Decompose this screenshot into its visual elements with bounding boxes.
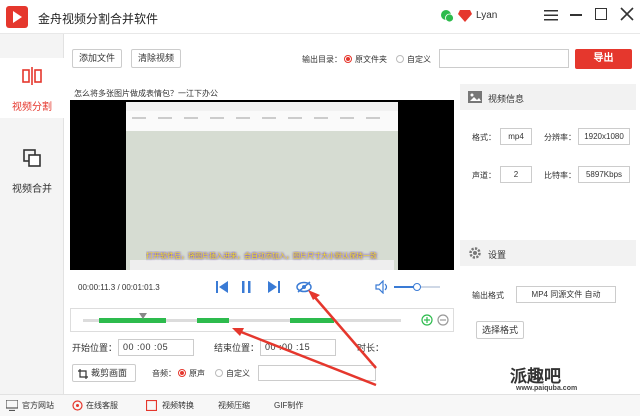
timeline-segment[interactable] — [98, 318, 166, 323]
channels-label: 声道： — [472, 171, 496, 180]
start-seconds: 05 — [157, 342, 169, 352]
playback-bar: 00:00:11.3 / 00:01:01.3 — [70, 273, 454, 301]
video-frame: 打开软件后，将图片插入进来，会自动添加入，图片尺寸大小默认保持一致 — [126, 102, 398, 270]
timeline[interactable] — [70, 308, 454, 332]
wechat-icon[interactable] — [440, 9, 454, 25]
bitrate-value: 5897Kbps — [578, 166, 630, 183]
sidebar-item-label: 视频分割 — [12, 102, 52, 113]
output-dir-label: 输出目录： — [302, 55, 342, 64]
end-hours: 00 — [265, 342, 277, 352]
start-minutes: 00 — [140, 342, 152, 352]
add-file-button[interactable]: 添加文件 — [72, 49, 122, 68]
crop-button[interactable]: 裁剪画面 — [72, 364, 136, 382]
playhead-marker[interactable] — [139, 313, 148, 319]
volume-slider[interactable] — [394, 283, 440, 291]
pause-icon[interactable] — [242, 280, 252, 296]
timeline-segment[interactable] — [289, 318, 335, 323]
next-frame-icon[interactable] — [268, 280, 280, 296]
video-info-panel: 视频信息 格式： mp4 分辨率： 1920x1080 声道： 2 比特率： 5… — [460, 84, 636, 244]
watermark-text: 派趣吧 — [510, 367, 561, 386]
channels-value: 2 — [500, 166, 532, 183]
audio-label: 音频： — [152, 369, 176, 378]
monitor-icon — [5, 399, 19, 413]
prev-frame-icon[interactable] — [216, 280, 228, 296]
menu-icon[interactable] — [544, 9, 558, 23]
maximize-icon[interactable] — [595, 8, 607, 20]
output-opt-custom[interactable]: 自定义 — [396, 54, 431, 65]
merge-icon — [22, 148, 42, 171]
sidebar-item-label: 视频合并 — [12, 184, 52, 195]
gear-icon — [468, 246, 482, 262]
radio-selected-icon — [344, 55, 352, 63]
watermark-url: www.paiquba.com — [516, 385, 578, 392]
preview-panel: 怎么将多张图片做成表情包？一江下办公 打开软件后，将图片插入进来，会自动添加入，… — [70, 84, 454, 270]
start-hours: 00 — [123, 342, 135, 352]
video-info-header: 视频信息 — [460, 84, 636, 110]
radio-icon — [215, 369, 223, 377]
audio-path-input[interactable] — [258, 365, 376, 381]
output-path-input[interactable] — [439, 49, 569, 68]
time-readout: 00:00:11.3 / 00:01:01.3 — [78, 283, 160, 292]
bitrate-label: 比特率： — [544, 171, 576, 180]
volume-icon[interactable] — [375, 279, 389, 296]
info-icon — [468, 90, 482, 106]
current-time: 00:00:11.3 — [78, 283, 116, 292]
convert-icon — [145, 399, 158, 413]
end-minutes: 00 — [282, 342, 294, 352]
end-seconds: 15 — [299, 342, 311, 352]
zoom-in-icon[interactable] — [421, 314, 433, 328]
start-position-label: 开始位置： — [72, 343, 118, 353]
end-position-label: 结束位置： — [214, 343, 260, 353]
crop-icon — [78, 368, 88, 384]
app-logo-icon — [6, 6, 28, 28]
minimize-icon[interactable] — [570, 14, 582, 16]
bottom-bar: 官方网站 在线客服 视频转换 视频压缩 GIF制作 — [0, 394, 640, 416]
timeline-segment[interactable] — [197, 318, 230, 323]
user-name[interactable]: Lyan — [476, 10, 497, 21]
volume-knob[interactable] — [413, 283, 421, 291]
export-button[interactable]: 导出 — [575, 49, 632, 69]
official-site-link[interactable]: 官方网站 — [22, 400, 54, 411]
gif-maker-link[interactable]: GIF制作 — [274, 400, 303, 411]
close-icon[interactable] — [620, 7, 634, 23]
timeline-track[interactable] — [83, 313, 401, 323]
video-frame-toolbar — [126, 102, 398, 111]
format-label: 格式： — [472, 133, 496, 142]
total-time: 00:01:01.3 — [121, 283, 160, 292]
video-title: 怎么将多张图片做成表情包？一江下办公 — [74, 89, 218, 98]
output-format-value[interactable]: MP4 同源文件 自动 — [516, 286, 616, 303]
preview-eye-icon[interactable] — [296, 280, 312, 296]
settings-header: 设置 — [460, 240, 636, 266]
video-convert-link[interactable]: 视频转换 — [162, 400, 194, 411]
radio-selected-icon — [178, 369, 186, 377]
radio-icon — [396, 55, 404, 63]
sidebar: 视频分割 视频合并 — [0, 34, 64, 394]
support-icon — [72, 400, 83, 413]
output-opt-source[interactable]: 原文件夹 — [344, 54, 387, 65]
title-bar: 金舟视频分割合并软件 Lyan — [0, 0, 640, 34]
start-time-input[interactable]: 00 :00 :05 — [118, 339, 194, 356]
split-icon — [22, 66, 42, 89]
sidebar-item-merge[interactable]: 视频合并 — [0, 140, 64, 200]
output-format-label: 输出格式 — [472, 291, 504, 300]
zoom-out-icon[interactable] — [437, 314, 449, 328]
audio-opt-custom[interactable]: 自定义 — [215, 368, 250, 379]
audio-opt-original[interactable]: 原声 — [178, 368, 205, 379]
duration-label: 时长： — [357, 343, 385, 353]
sidebar-item-split[interactable]: 视频分割 — [0, 58, 64, 118]
clear-video-button[interactable]: 清除视频 — [131, 49, 181, 68]
select-format-button[interactable]: 选择格式 — [476, 321, 524, 339]
app-title: 金舟视频分割合并软件 — [38, 12, 159, 26]
vip-diamond-icon[interactable] — [458, 10, 472, 24]
resolution-label: 分辨率： — [544, 133, 576, 142]
video-subtitle: 打开软件后，将图片插入进来，会自动添加入，图片尺寸大小默认保持一致 — [146, 253, 377, 260]
resolution-value: 1920x1080 — [578, 128, 630, 145]
video-frame-statusbar — [130, 260, 394, 270]
video-frame-ribbon — [126, 111, 398, 131]
video-player[interactable]: 打开软件后，将图片插入进来，会自动添加入，图片尺寸大小默认保持一致 — [70, 100, 454, 270]
online-support-link[interactable]: 在线客服 — [86, 400, 118, 411]
video-compress-link[interactable]: 视频压缩 — [218, 400, 250, 411]
format-value: mp4 — [500, 128, 532, 145]
end-time-input[interactable]: 00 :00 :15 — [260, 339, 336, 356]
